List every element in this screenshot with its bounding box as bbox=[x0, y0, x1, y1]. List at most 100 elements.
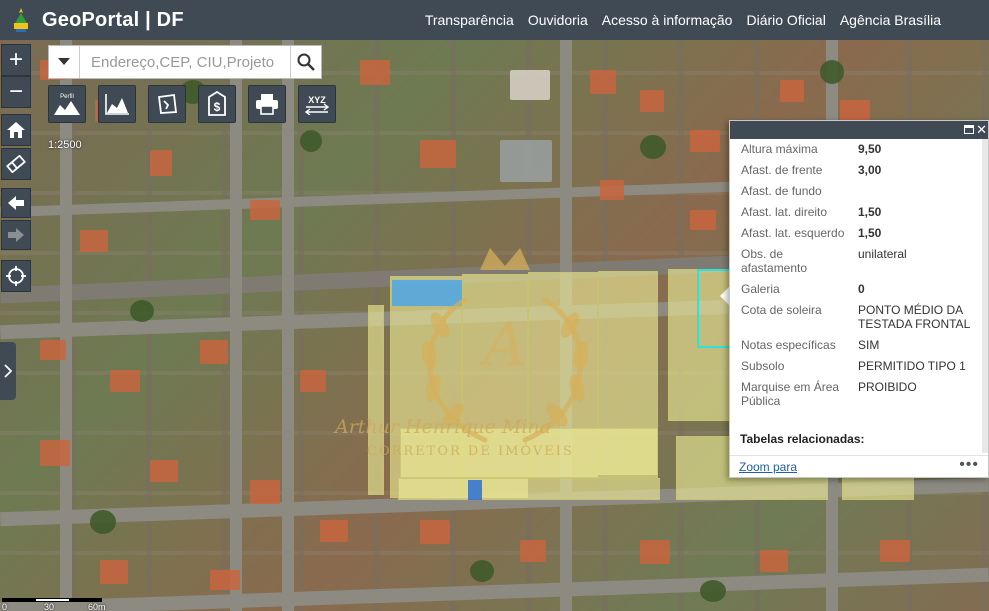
terrain-profile-button[interactable]: Perfil bbox=[48, 85, 86, 123]
search-button[interactable] bbox=[290, 46, 321, 78]
xyz-coordinate-icon: XYZ bbox=[304, 95, 330, 115]
crosshair-icon bbox=[6, 266, 26, 286]
arrow-right-icon bbox=[8, 228, 24, 242]
search-type-dropdown[interactable] bbox=[49, 46, 80, 78]
top-nav: Transparência Ouvidoria Acesso à informa… bbox=[425, 0, 941, 40]
nav-diario-oficial[interactable]: Diário Oficial bbox=[746, 12, 825, 28]
chevron-right-icon bbox=[4, 364, 12, 378]
nav-ouvidoria[interactable]: Ouvidoria bbox=[528, 12, 588, 28]
df-coat-of-arms-logo[interactable] bbox=[10, 7, 32, 33]
popup-attributes: Altura máxima 9,50 Afast. de frente 3,00… bbox=[730, 139, 988, 453]
attribute-key: Afast. de fundo bbox=[741, 184, 822, 198]
highlighted-lot[interactable] bbox=[368, 305, 384, 495]
building bbox=[880, 540, 910, 562]
attribute-value: SIM bbox=[858, 338, 880, 352]
selected-lot-outline[interactable] bbox=[697, 269, 731, 348]
attribute-key: Notas específicas bbox=[741, 338, 836, 352]
svg-text:XYZ: XYZ bbox=[308, 95, 326, 105]
popup-header: ✕ bbox=[730, 121, 988, 139]
tree bbox=[700, 580, 726, 602]
attribute-key: Altura máxima bbox=[741, 142, 818, 156]
price-icon: $ bbox=[208, 91, 226, 116]
attribute-value: 1,50 bbox=[858, 226, 882, 240]
print-button[interactable] bbox=[248, 85, 286, 123]
land-value-button[interactable]: $ bbox=[198, 85, 236, 123]
attribute-value: PROIBIDO bbox=[858, 380, 917, 394]
home-button[interactable] bbox=[1, 114, 31, 146]
top-bar: GeoPortal | DF Transparência Ouvidoria A… bbox=[0, 0, 989, 40]
attribute-value: 1,50 bbox=[858, 205, 882, 219]
svg-text:$: $ bbox=[214, 100, 221, 114]
feature-info-popup: ✕ Altura máxima 9,50 Afast. de frente 3,… bbox=[729, 120, 989, 478]
building bbox=[690, 130, 720, 152]
building bbox=[250, 200, 280, 220]
nav-acesso-informacao[interactable]: Acesso à informação bbox=[602, 12, 733, 28]
clear-button[interactable] bbox=[1, 148, 31, 180]
street bbox=[60, 40, 72, 611]
building bbox=[420, 140, 456, 168]
elevation-icon bbox=[105, 94, 129, 115]
highlighted-lot[interactable] bbox=[842, 476, 914, 500]
scale-bar-label: 0 bbox=[2, 602, 8, 611]
scale-bar: 0 30 60m bbox=[0, 597, 115, 611]
building bbox=[510, 70, 550, 100]
attribute-value: PERMITIDO TIPO 1 bbox=[858, 359, 966, 373]
measure-button[interactable] bbox=[148, 85, 186, 123]
building bbox=[110, 370, 140, 392]
watermark-name: Arthur Henrique Mina bbox=[335, 416, 552, 438]
nav-agencia-brasilia[interactable]: Agência Brasília bbox=[840, 12, 941, 28]
related-tables-label: Tabelas relacionadas: bbox=[740, 432, 865, 446]
more-actions-icon[interactable]: ••• bbox=[959, 456, 979, 474]
building bbox=[690, 210, 716, 230]
building bbox=[640, 540, 670, 564]
attribute-key: Cota de soleira bbox=[741, 303, 822, 317]
building bbox=[80, 230, 108, 252]
maximize-icon[interactable] bbox=[964, 125, 974, 134]
popup-footer: Zoom para ••• bbox=[730, 455, 988, 478]
tree bbox=[90, 510, 116, 534]
attribute-key: Afast. lat. direito bbox=[741, 205, 828, 219]
building bbox=[100, 560, 128, 584]
tree bbox=[640, 135, 666, 159]
profile-icon: Perfil bbox=[54, 94, 80, 115]
elevation-button[interactable] bbox=[98, 85, 136, 123]
attribute-key: Afast. de frente bbox=[741, 163, 823, 177]
previous-extent-button[interactable] bbox=[1, 188, 31, 218]
street bbox=[230, 40, 242, 611]
tree bbox=[300, 130, 322, 152]
nav-transparencia[interactable]: Transparência bbox=[425, 12, 514, 28]
print-icon bbox=[256, 94, 278, 115]
highlighted-lot[interactable] bbox=[398, 478, 660, 500]
building bbox=[500, 140, 552, 182]
search-input[interactable] bbox=[80, 46, 290, 78]
street bbox=[0, 567, 989, 611]
home-icon bbox=[7, 122, 25, 138]
watermark-subtitle: CORRETOR DE IMÓVEIS bbox=[367, 444, 574, 459]
street bbox=[282, 40, 294, 611]
xyz-coordinates-button[interactable]: XYZ bbox=[298, 85, 336, 123]
selected-parcel-blue[interactable] bbox=[392, 280, 462, 306]
building bbox=[300, 370, 326, 392]
attribute-key: Subsolo bbox=[741, 359, 785, 373]
building bbox=[640, 90, 664, 112]
attribute-value: 9,50 bbox=[858, 142, 882, 156]
building bbox=[420, 520, 450, 544]
selected-parcel-blue[interactable] bbox=[468, 480, 482, 500]
next-extent-button[interactable] bbox=[1, 220, 31, 250]
zoom-in-button[interactable]: + bbox=[1, 44, 31, 76]
app-title[interactable]: GeoPortal | DF bbox=[42, 9, 184, 32]
building bbox=[200, 340, 228, 364]
zoom-to-link[interactable]: Zoom para bbox=[739, 460, 797, 474]
locate-button[interactable] bbox=[1, 260, 31, 292]
close-icon[interactable]: ✕ bbox=[976, 121, 987, 139]
attribute-key: Marquise em Área Pública bbox=[741, 380, 840, 408]
sidebar-toggle[interactable] bbox=[0, 342, 16, 400]
popup-scrollbar[interactable] bbox=[982, 139, 988, 453]
zoom-out-button[interactable]: − bbox=[1, 76, 31, 108]
building bbox=[520, 540, 546, 562]
popup-pointer bbox=[720, 287, 729, 305]
building bbox=[600, 180, 624, 200]
attribute-key: Obs. de afastamento bbox=[741, 247, 808, 275]
building bbox=[210, 570, 240, 590]
building bbox=[780, 80, 804, 102]
